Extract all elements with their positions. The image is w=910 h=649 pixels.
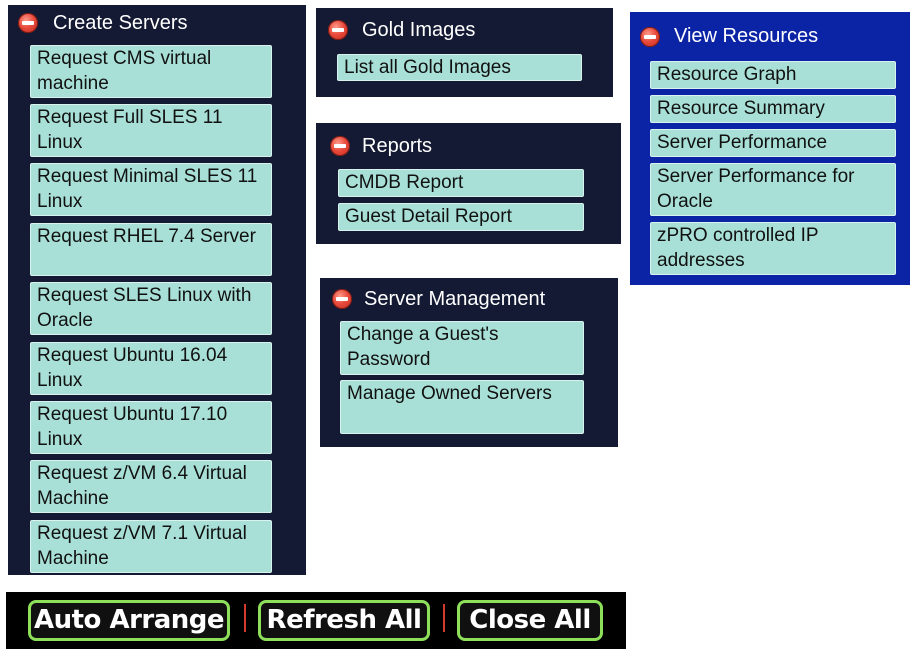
create-servers-panel: Create Servers Request CMS virtual machi…: [8, 5, 306, 575]
toolbar-separator: [443, 604, 445, 632]
menu-item-request-zvm64[interactable]: Request z/VM 6.4 Virtual Machine: [30, 460, 272, 513]
refresh-all-button[interactable]: Refresh All: [258, 600, 430, 641]
gold-images-panel: Gold Images List all Gold Images: [316, 8, 613, 97]
menu-item-request-zvm71[interactable]: Request z/VM 7.1 Virtual Machine: [30, 520, 272, 573]
panel-title: View Resources: [674, 25, 819, 47]
reports-header[interactable]: Reports: [316, 123, 621, 169]
server-management-panel: Server Management Change a Guest's Passw…: [320, 278, 618, 447]
menu-item-request-full-sles11[interactable]: Request Full SLES 11 Linux: [30, 104, 272, 157]
menu-item-resource-graph[interactable]: Resource Graph: [650, 61, 896, 89]
menu-item-zpro-ip-addresses[interactable]: zPRO controlled IP addresses: [650, 222, 896, 275]
view-resources-header[interactable]: View Resources: [630, 12, 910, 61]
collapse-minus-icon[interactable]: [18, 13, 38, 33]
menu-item-resource-summary[interactable]: Resource Summary: [650, 95, 896, 123]
menu-item-request-ubuntu1604[interactable]: Request Ubuntu 16.04 Linux: [30, 342, 272, 395]
menu-item-request-minimal-sles11[interactable]: Request Minimal SLES 11 Linux: [30, 163, 272, 216]
menu-item-request-sles-oracle[interactable]: Request SLES Linux with Oracle: [30, 282, 272, 335]
panel-title: Create Servers: [53, 11, 188, 34]
menu-item-request-rhel74[interactable]: Request RHEL 7.4 Server: [30, 223, 272, 276]
menu-item-cmdb-report[interactable]: CMDB Report: [338, 169, 584, 197]
menu-item-manage-owned-servers[interactable]: Manage Owned Servers: [340, 380, 584, 434]
create-servers-header[interactable]: Create Servers: [8, 5, 306, 41]
menu-item-request-ubuntu1710[interactable]: Request Ubuntu 17.10 Linux: [30, 401, 272, 454]
panel-title: Gold Images: [362, 18, 476, 41]
menu-item-request-cms-vm[interactable]: Request CMS virtual machine: [30, 45, 272, 98]
panel-title: Reports: [362, 134, 433, 157]
panel-title: Server Management: [364, 287, 546, 310]
bottom-toolbar: Auto Arrange Refresh All Close All: [6, 592, 626, 649]
gold-images-header[interactable]: Gold Images: [316, 8, 613, 52]
auto-arrange-button[interactable]: Auto Arrange: [28, 600, 230, 641]
reports-panel: Reports CMDB Report Guest Detail Report: [316, 123, 621, 244]
menu-item-server-performance-oracle[interactable]: Server Performance for Oracle: [650, 163, 896, 216]
collapse-minus-icon[interactable]: [640, 26, 660, 47]
menu-item-list-gold-images[interactable]: List all Gold Images: [337, 54, 582, 81]
collapse-minus-icon[interactable]: [332, 289, 352, 309]
view-resources-panel: View Resources Resource Graph Resource S…: [630, 12, 910, 285]
collapse-minus-icon[interactable]: [328, 20, 348, 40]
collapse-minus-icon[interactable]: [330, 136, 350, 156]
close-all-button[interactable]: Close All: [457, 600, 603, 641]
menu-item-server-performance[interactable]: Server Performance: [650, 129, 896, 157]
menu-item-change-guest-password[interactable]: Change a Guest's Password: [340, 321, 584, 375]
server-management-header[interactable]: Server Management: [320, 278, 618, 320]
toolbar-separator: [244, 604, 246, 632]
menu-item-guest-detail-report[interactable]: Guest Detail Report: [338, 203, 584, 231]
